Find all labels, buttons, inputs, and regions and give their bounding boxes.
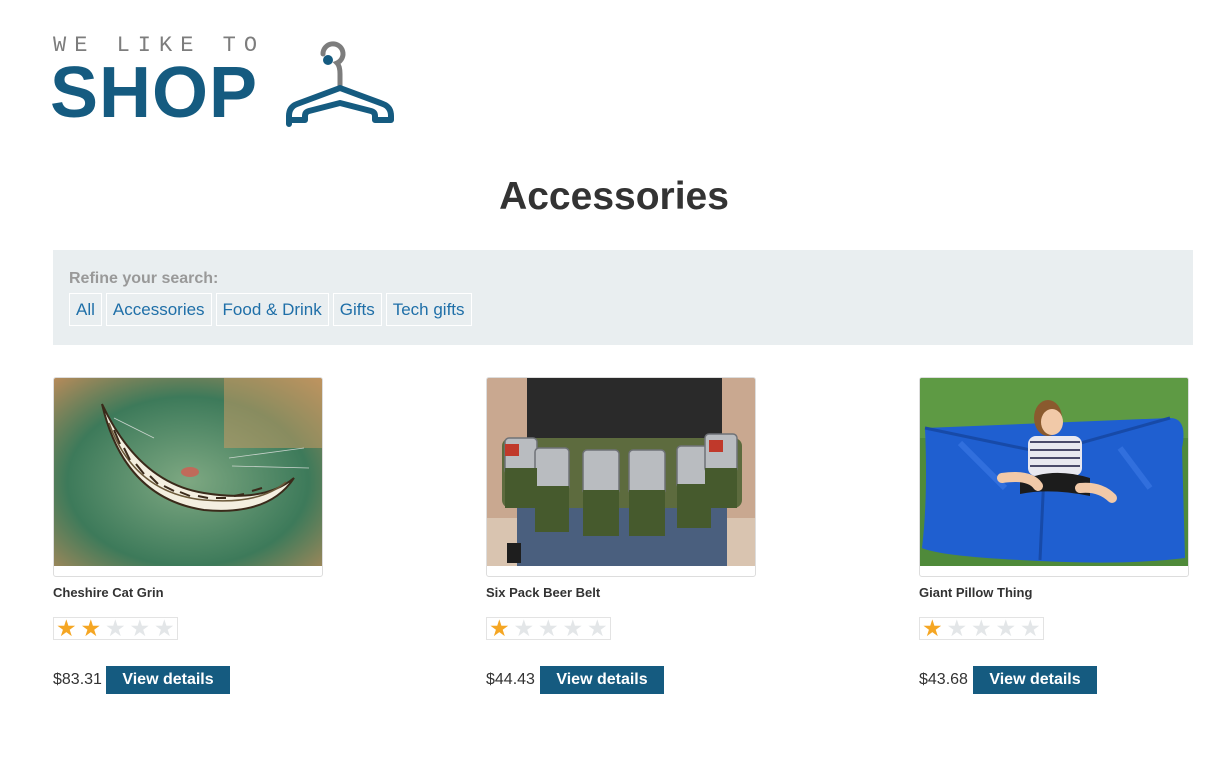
cheshire-grin-image	[54, 378, 322, 566]
hanger-icon	[286, 41, 394, 127]
page-title: Accessories	[499, 175, 729, 218]
star-icon: ★	[562, 615, 584, 641]
star-icon: ★	[80, 615, 102, 641]
star-icon: ★	[513, 615, 535, 641]
giant-pillow-image	[920, 378, 1188, 566]
star-icon: ★	[1019, 615, 1041, 641]
rating-stars: ★ ★ ★ ★ ★	[486, 617, 611, 640]
star-icon: ★	[55, 615, 77, 641]
logo-wordmark: SHOP	[50, 53, 259, 133]
filter-link-tech-gifts[interactable]: Tech gifts	[385, 293, 472, 326]
product-image[interactable]	[919, 377, 1189, 577]
star-icon: ★	[995, 615, 1017, 641]
view-details-button[interactable]: View details	[540, 666, 664, 694]
filter-link-all[interactable]: All	[69, 293, 102, 326]
product-price: $83.31	[53, 671, 102, 688]
star-icon: ★	[970, 615, 992, 641]
product-price: $43.68	[919, 671, 968, 688]
star-icon: ★	[488, 615, 510, 641]
view-details-button[interactable]: View details	[106, 666, 230, 694]
product-card: Cheshire Cat Grin ★ ★ ★ ★ ★ $83.31 View …	[53, 377, 323, 707]
product-card: Six Pack Beer Belt ★ ★ ★ ★ ★ $44.43 View…	[486, 377, 756, 707]
star-icon: ★	[946, 615, 968, 641]
product-name[interactable]: Giant Pillow Thing	[919, 585, 1032, 601]
rating-stars: ★ ★ ★ ★ ★	[919, 617, 1044, 640]
filter-link-food-drink[interactable]: Food & Drink	[215, 293, 329, 326]
filter-link-list: All Accessories Food & Drink Gifts Tech …	[69, 293, 472, 326]
product-image[interactable]	[53, 377, 323, 577]
filter-panel: Refine your search: All Accessories Food…	[53, 250, 1193, 345]
star-icon: ★	[921, 615, 943, 641]
beer-belt-image	[487, 378, 755, 566]
rating-stars: ★ ★ ★ ★ ★	[53, 617, 178, 640]
filter-link-accessories[interactable]: Accessories	[105, 293, 212, 326]
view-details-button[interactable]: View details	[973, 666, 1097, 694]
product-card: Giant Pillow Thing ★ ★ ★ ★ ★ $43.68 View…	[919, 377, 1189, 707]
star-icon: ★	[153, 615, 175, 641]
product-name[interactable]: Six Pack Beer Belt	[486, 585, 600, 601]
product-image[interactable]	[486, 377, 756, 577]
filter-heading: Refine your search:	[69, 270, 219, 287]
star-icon: ★	[537, 615, 559, 641]
product-name[interactable]: Cheshire Cat Grin	[53, 585, 164, 601]
product-price: $44.43	[486, 671, 535, 688]
star-icon: ★	[104, 615, 126, 641]
site-logo[interactable]: WE LIKE TO SHOP	[50, 34, 413, 134]
filter-link-gifts[interactable]: Gifts	[332, 293, 382, 326]
star-icon: ★	[129, 615, 151, 641]
star-icon: ★	[586, 615, 608, 641]
